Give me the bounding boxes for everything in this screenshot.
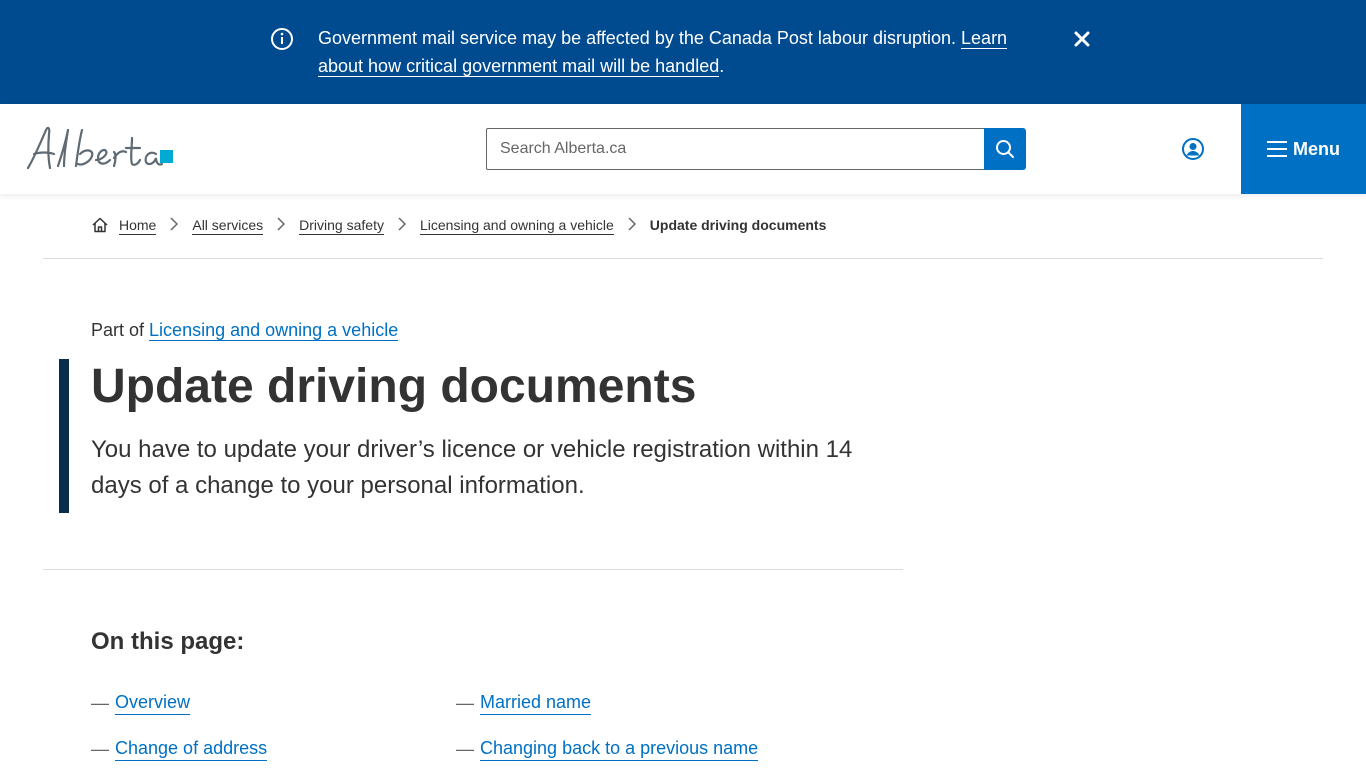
breadcrumb-driving-safety[interactable]: Driving safety — [299, 216, 384, 235]
dash-marker: — — [91, 738, 109, 759]
search-bar — [486, 128, 1026, 170]
dash-marker: — — [91, 692, 109, 713]
home-icon — [92, 217, 108, 233]
breadcrumb-home[interactable]: Home — [119, 216, 157, 235]
chevron-right-icon — [614, 216, 650, 234]
list-item: — Change of address — [91, 736, 268, 761]
info-icon — [271, 28, 293, 50]
chevron-right-icon — [156, 216, 192, 234]
toc-link-married-name[interactable]: Married name — [480, 690, 592, 715]
breadcrumb-all-services[interactable]: All services — [192, 216, 264, 235]
divider — [43, 258, 1323, 259]
account-icon[interactable] — [1181, 137, 1205, 161]
list-item: — Married name — [456, 690, 592, 715]
divider — [43, 569, 903, 570]
alert-suffix: . — [719, 56, 725, 76]
alert-message-text: Government mail service may be affected … — [318, 28, 957, 48]
close-icon[interactable] — [1070, 27, 1094, 51]
site-header: Menu — [0, 104, 1366, 194]
alert-message: Government mail service may be affected … — [318, 24, 1038, 80]
toc-link-previous-name[interactable]: Changing back to a previous name — [480, 736, 759, 761]
chevron-right-icon — [384, 216, 420, 234]
search-input[interactable] — [486, 128, 984, 170]
breadcrumb-licensing[interactable]: Licensing and owning a vehicle — [419, 216, 614, 235]
search-button[interactable] — [984, 128, 1026, 170]
alert-banner: Government mail service may be affected … — [0, 0, 1366, 104]
list-item: — Overview — [91, 690, 191, 715]
dash-marker: — — [456, 692, 474, 713]
list-item: — Changing back to a previous name — [456, 736, 759, 761]
breadcrumb: Home All services Driving safety Licensi… — [91, 214, 826, 236]
toc-link-overview[interactable]: Overview — [115, 690, 191, 715]
search-icon — [996, 140, 1014, 158]
alberta-logo[interactable] — [24, 124, 176, 176]
hero-accent-bar — [59, 359, 69, 513]
on-this-page-title: On this page: — [91, 628, 245, 655]
page-title: Update driving documents — [91, 360, 697, 413]
breadcrumb-current: Update driving documents — [649, 217, 827, 233]
dash-marker: — — [456, 738, 474, 759]
hamburger-icon — [1267, 141, 1287, 157]
part-of-link[interactable]: Licensing and owning a vehicle — [149, 320, 399, 341]
part-of: Part of Licensing and owning a vehicle — [91, 318, 399, 342]
menu-button[interactable]: Menu — [1241, 104, 1366, 194]
part-of-prefix: Part of — [91, 320, 145, 340]
toc-link-change-of-address[interactable]: Change of address — [115, 736, 268, 761]
lead-paragraph: You have to update your driver’s licence… — [91, 436, 853, 499]
chevron-right-icon — [263, 216, 299, 234]
menu-label: Menu — [1293, 138, 1340, 159]
